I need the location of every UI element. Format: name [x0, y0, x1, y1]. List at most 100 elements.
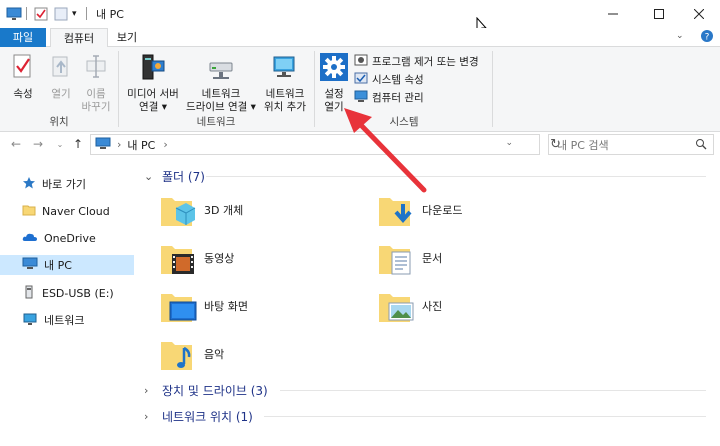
- new-folder-quick-access-icon[interactable]: [54, 6, 68, 22]
- ribbon-group-separator: [314, 51, 315, 127]
- title-separator: [26, 7, 27, 20]
- rename-button[interactable]: 이름 바꾸기: [78, 53, 114, 114]
- address-dropdown-icon[interactable]: ⌄: [505, 138, 513, 148]
- network-location-icon: [260, 53, 310, 85]
- nav-item-label: 내 PC: [44, 259, 72, 272]
- open-settings-button[interactable]: 설정 열기: [318, 53, 350, 114]
- nav-item-label: 네트워크: [44, 314, 85, 327]
- pictures-folder-icon: [376, 286, 416, 326]
- system-properties-icon: [354, 71, 368, 88]
- folders-section-header[interactable]: ⌄ 폴더 (7): [140, 166, 710, 186]
- nav-item-network[interactable]: 네트워크: [0, 310, 134, 330]
- section-title: 네트워크 위치 (1): [162, 409, 253, 424]
- nav-item-naver-cloud[interactable]: Naver Cloud: [0, 201, 134, 221]
- nav-item-onedrive[interactable]: OneDrive: [0, 228, 134, 248]
- minimize-button[interactable]: [590, 0, 636, 28]
- folder-label: 3D 개체: [204, 204, 244, 217]
- back-button[interactable]: ←: [8, 136, 24, 152]
- properties-button[interactable]: 속성: [6, 53, 40, 101]
- folder-documents[interactable]: 문서: [376, 236, 442, 280]
- folder-pictures[interactable]: 사진: [376, 284, 442, 328]
- nav-item-label: 바로 가기: [42, 178, 86, 191]
- 3d-objects-folder-icon: [158, 190, 198, 230]
- add-location-label-line2: 위치 추가: [264, 101, 306, 113]
- pc-icon: [22, 257, 38, 273]
- downloads-folder-icon: [376, 190, 416, 230]
- title-separator: [86, 7, 87, 20]
- help-icon[interactable]: ?: [700, 29, 714, 46]
- nav-item-usb-drive[interactable]: ESD-USB (E:): [0, 283, 134, 303]
- address-bar[interactable]: › 내 PC › ⌄ ↻: [90, 134, 561, 155]
- uninstall-program-button[interactable]: 프로그램 제거 또는 변경: [354, 53, 479, 70]
- system-properties-button[interactable]: 시스템 속성: [354, 71, 424, 88]
- properties-label: 속성: [13, 88, 33, 100]
- settings-gear-icon: [318, 53, 350, 85]
- ribbon: 속성 열기 이름 바꾸기 위치 미디어 서버 연결 ▾ 네트워크 드라이브 연결…: [0, 47, 720, 132]
- folder-label: 문서: [422, 252, 443, 265]
- network-section-header[interactable]: › 네트워크 위치 (1): [140, 406, 710, 426]
- system-properties-label: 시스템 속성: [372, 74, 424, 86]
- folder-desktop[interactable]: 바탕 화면: [158, 284, 248, 328]
- map-network-drive-button[interactable]: 네트워크 드라이브 연결 ▾: [184, 53, 258, 114]
- properties-quick-access-icon[interactable]: [34, 6, 48, 22]
- media-server-label-line1: 미디어 서버: [127, 88, 179, 100]
- content-pane: ⌄ 폴더 (7) 3D 개체 다운로드 동영상 문서 바탕 화면 사진 음악 ›…: [140, 160, 720, 446]
- desktop-folder-icon: [158, 286, 198, 326]
- open-button[interactable]: 열기: [44, 53, 78, 101]
- chevron-right-icon: ›: [144, 383, 149, 397]
- star-icon: [22, 176, 36, 193]
- folder-label: 동영상: [204, 252, 235, 265]
- folder-3d-objects[interactable]: 3D 개체: [158, 188, 243, 232]
- section-divider: [206, 176, 706, 177]
- music-folder-icon: [158, 334, 198, 374]
- window-title: 내 PC: [96, 8, 124, 21]
- tab-computer[interactable]: 컴퓨터: [50, 28, 108, 48]
- usb-drive-icon: [22, 285, 36, 302]
- network-icon: [22, 312, 38, 329]
- devices-section-header[interactable]: › 장치 및 드라이브 (3): [140, 380, 710, 400]
- ribbon-expand-icon[interactable]: ⌄: [676, 31, 684, 41]
- search-input[interactable]: 내 PC 검색: [557, 137, 609, 153]
- media-server-button[interactable]: 미디어 서버 연결 ▾: [122, 53, 184, 114]
- tab-file[interactable]: 파일: [0, 28, 46, 47]
- folder-music[interactable]: 음악: [158, 332, 224, 376]
- nav-item-this-pc[interactable]: 내 PC: [0, 255, 134, 275]
- navigation-pane: 바로 가기 Naver Cloud OneDrive 내 PC ESD-USB …: [0, 160, 138, 446]
- breadcrumb-item[interactable]: 내 PC: [127, 137, 155, 153]
- system-group-label: 시스템: [389, 116, 419, 128]
- documents-folder-icon: [376, 238, 416, 278]
- folder-downloads[interactable]: 다운로드: [376, 188, 462, 232]
- rename-label-line1: 이름: [86, 88, 106, 100]
- add-location-label-line1: 네트워크: [265, 88, 305, 100]
- onedrive-icon: [22, 231, 38, 246]
- section-divider: [264, 416, 706, 417]
- add-network-location-button[interactable]: 네트워크 위치 추가: [260, 53, 310, 114]
- settings-label-line1: 설정: [324, 88, 344, 100]
- navigation-bar: ← → ⌄ ↑ › 내 PC › ⌄ ↻ 내 PC 검색: [0, 132, 720, 156]
- recent-locations-button[interactable]: ⌄: [52, 136, 68, 152]
- folder-label: 사진: [422, 300, 443, 313]
- breadcrumb-chevron-icon[interactable]: ›: [163, 138, 167, 151]
- close-button[interactable]: [676, 0, 720, 28]
- network-drive-icon: [184, 53, 258, 85]
- search-icon[interactable]: [695, 138, 707, 153]
- nav-item-label: OneDrive: [44, 231, 96, 245]
- search-box[interactable]: 내 PC 검색: [548, 134, 714, 155]
- computer-management-button[interactable]: 컴퓨터 관리: [354, 89, 424, 106]
- tab-view[interactable]: 보기: [110, 28, 144, 47]
- rename-icon: [78, 53, 114, 85]
- open-label: 열기: [51, 88, 71, 100]
- section-title: 폴더 (7): [162, 169, 205, 184]
- customize-quick-access-icon[interactable]: ▾: [72, 6, 77, 22]
- up-button[interactable]: ↑: [70, 136, 86, 152]
- breadcrumb-chevron-icon: ›: [117, 138, 122, 151]
- nav-item-quick-access[interactable]: 바로 가기: [0, 174, 134, 194]
- ribbon-tab-bar: 파일 컴퓨터 보기 ⌄ ?: [0, 28, 720, 48]
- section-divider: [280, 390, 706, 391]
- properties-icon: [6, 53, 40, 85]
- settings-label-line2: 열기: [324, 101, 344, 113]
- forward-button[interactable]: →: [30, 136, 46, 152]
- cloud-folder-icon: [22, 203, 36, 220]
- ribbon-group-separator: [492, 51, 493, 127]
- folder-videos[interactable]: 동영상: [158, 236, 234, 280]
